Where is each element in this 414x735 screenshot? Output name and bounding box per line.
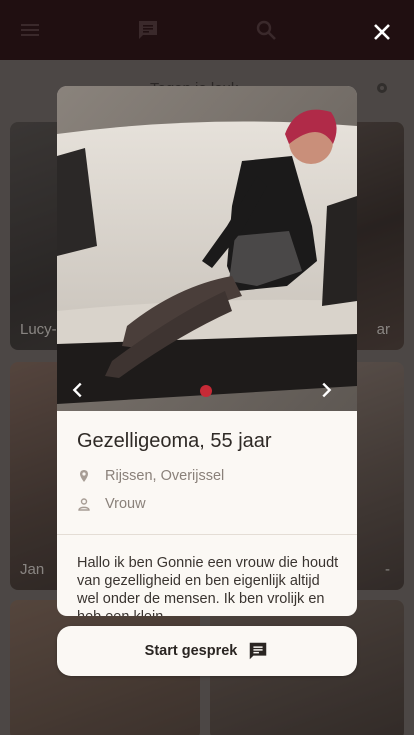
- start-conversation-label: Start gesprek: [144, 643, 238, 659]
- profile-photo[interactable]: [57, 86, 357, 411]
- gender-row: Vrouw: [77, 496, 146, 512]
- location-row: Rijssen, Overijssel: [77, 468, 224, 484]
- chevron-left-icon[interactable]: [67, 379, 89, 401]
- chevron-right-icon[interactable]: [315, 379, 337, 401]
- location-pin-icon: [80, 470, 88, 482]
- person-icon: [78, 498, 90, 511]
- close-icon[interactable]: [370, 20, 394, 44]
- profile-name-age: Gezelligeoma, 55 jaar: [77, 430, 272, 452]
- profile-modal: Gezelligeoma, 55 jaar Rijssen, Overijsse…: [57, 86, 357, 616]
- location-text: Rijssen, Overijssel: [105, 468, 225, 484]
- profile-description: Hallo ik ben Gonnie een vrouw die houdt …: [77, 555, 339, 616]
- carousel-dot-active[interactable]: [200, 385, 212, 397]
- chat-icon: [250, 642, 267, 660]
- divider: [57, 534, 357, 535]
- profile-photo-image: [57, 86, 357, 411]
- start-conversation-button[interactable]: Start gesprek: [57, 626, 357, 676]
- gender-text: Vrouw: [105, 496, 146, 512]
